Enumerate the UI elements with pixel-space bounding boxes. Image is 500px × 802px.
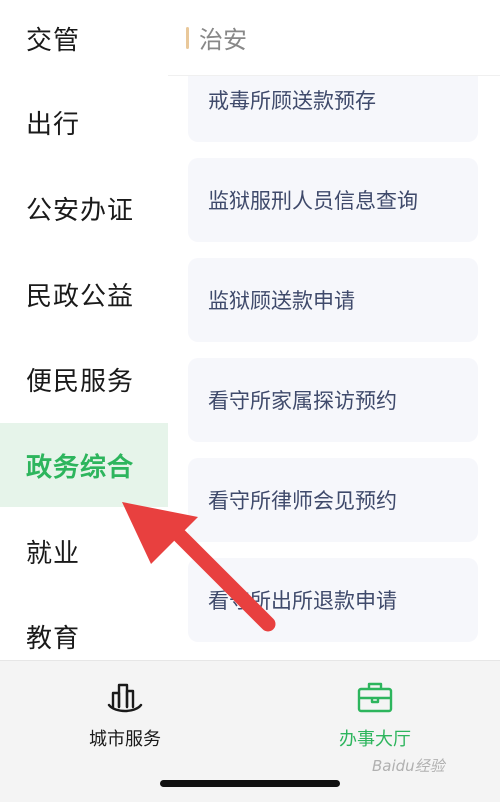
section-title: 治安 — [199, 26, 247, 54]
city-buildings-icon — [107, 683, 143, 713]
sidebar-item-civil-affairs[interactable]: 民政公益 — [0, 252, 168, 336]
category-sidebar: 交管 出行 公安办证 民政公益 便民服务 政务综合 就业 教育 — [0, 0, 168, 660]
tab-label: 办事大厅 — [339, 729, 411, 750]
sidebar-item-education[interactable]: 教育 — [0, 594, 168, 660]
home-indicator — [160, 780, 340, 787]
watermark-logo: Baidu经验 — [372, 756, 445, 775]
sidebar-item-travel[interactable]: 出行 — [0, 80, 168, 164]
briefcase-icon — [357, 682, 393, 713]
service-item-refund-request[interactable]: 看守所出所退款申请 — [188, 558, 478, 642]
screen: 交管 出行 公安办证 民政公益 便民服务 政务综合 就业 教育 戒毒所顾送款预存… — [0, 0, 500, 802]
sidebar-item-traffic[interactable]: 交管 — [0, 0, 168, 80]
service-item-prison-deposit[interactable]: 监狱顾送款申请 — [188, 258, 478, 342]
sidebar-item-police-certificates[interactable]: 公安办证 — [0, 166, 168, 250]
service-item-inmate-info-query[interactable]: 监狱服刑人员信息查询 — [188, 158, 478, 242]
section-header: 治安 — [168, 0, 500, 76]
service-item-family-visit[interactable]: 看守所家属探访预约 — [188, 358, 478, 442]
sidebar-item-public-services[interactable]: 便民服务 — [0, 337, 168, 421]
tab-label: 城市服务 — [89, 729, 161, 750]
service-list-panel: 戒毒所顾送款预存 监狱服刑人员信息查询 监狱顾送款申请 看守所家属探访预约 看守… — [168, 0, 500, 660]
tab-service-hall[interactable]: 办事大厅 — [295, 677, 455, 757]
tab-city-services[interactable]: 城市服务 — [45, 677, 205, 757]
sidebar-item-employment[interactable]: 就业 — [0, 509, 168, 593]
service-item-lawyer-visit[interactable]: 看守所律师会见预约 — [188, 458, 478, 542]
sidebar-item-government-affairs[interactable]: 政务综合 — [0, 423, 168, 507]
section-accent-bar — [186, 26, 189, 49]
